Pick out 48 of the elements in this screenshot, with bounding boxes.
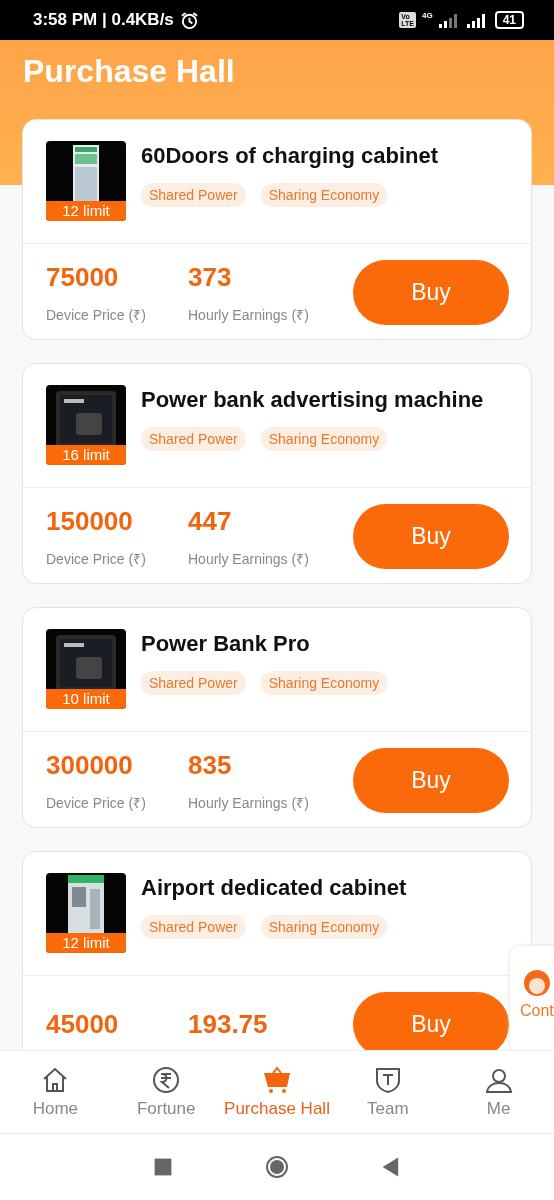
battery-indicator: 41 (494, 11, 524, 29)
product-tag: Sharing Economy (260, 427, 388, 451)
product-tag: Sharing Economy (260, 915, 388, 939)
buy-button[interactable]: Buy (353, 992, 509, 1050)
hourly-earnings: 835 (188, 749, 233, 781)
status-time: 3:58 PM | 0.4KB/s (33, 10, 174, 30)
device-price-label: Device Price (₹) (46, 549, 147, 568)
hourly-earnings: 373 (188, 261, 233, 293)
contact-button[interactable]: Cont (510, 946, 554, 1050)
limit-badge: 12 limit (46, 933, 126, 953)
cart-icon (262, 1065, 292, 1095)
device-price: 300000 (46, 749, 134, 781)
product-name: Power Bank Pro (141, 631, 311, 657)
device-price: 150000 (46, 505, 134, 537)
page-title: Purchase Hall (23, 52, 236, 91)
network-label: 4G (421, 11, 433, 20)
product-tag: Shared Power (141, 671, 246, 695)
limit-badge: 16 limit (46, 445, 126, 465)
hourly-earnings-label: Hourly Earnings (₹) (188, 549, 310, 568)
nav-tab[interactable]: Home (0, 1051, 111, 1133)
device-price: 45000 (46, 1009, 120, 1040)
product-tag: Shared Power (141, 183, 246, 207)
product-tag: Shared Power (141, 427, 246, 451)
hourly-earnings: 193.75 (188, 1009, 269, 1040)
nav-tab[interactable]: Me (443, 1051, 554, 1133)
product-name: Power bank advertising machine (141, 387, 484, 413)
buy-button[interactable]: Buy (353, 748, 509, 813)
hourly-earnings: 447 (188, 505, 233, 537)
nav-tab[interactable]: Purchase Hall (221, 1051, 333, 1133)
limit-badge: 10 limit (46, 689, 126, 709)
alarm-icon (179, 10, 199, 30)
hourly-earnings-label: Hourly Earnings (₹) (188, 793, 310, 812)
device-price-label: Device Price (₹) (46, 793, 147, 812)
device-price-label: Device Price (₹) (46, 305, 147, 324)
device-price: 75000 (46, 261, 120, 293)
buy-button[interactable]: Buy (353, 504, 509, 569)
limit-badge: 12 limit (46, 201, 126, 221)
nav-tab[interactable]: Team (332, 1051, 444, 1133)
product-name: Airport dedicated cabinet (141, 875, 407, 901)
home-button-icon[interactable] (265, 1155, 289, 1179)
rupee-icon (151, 1065, 182, 1095)
product-tag: Sharing Economy (260, 671, 388, 695)
product-tag: Shared Power (141, 915, 246, 939)
product-tag: Sharing Economy (260, 183, 388, 207)
buy-button[interactable]: Buy (353, 260, 509, 325)
product-name: 60Doors of charging cabinet (141, 143, 439, 169)
nav-tab[interactable]: Fortune (110, 1051, 222, 1133)
hourly-earnings-label: Hourly Earnings (₹) (188, 305, 310, 324)
